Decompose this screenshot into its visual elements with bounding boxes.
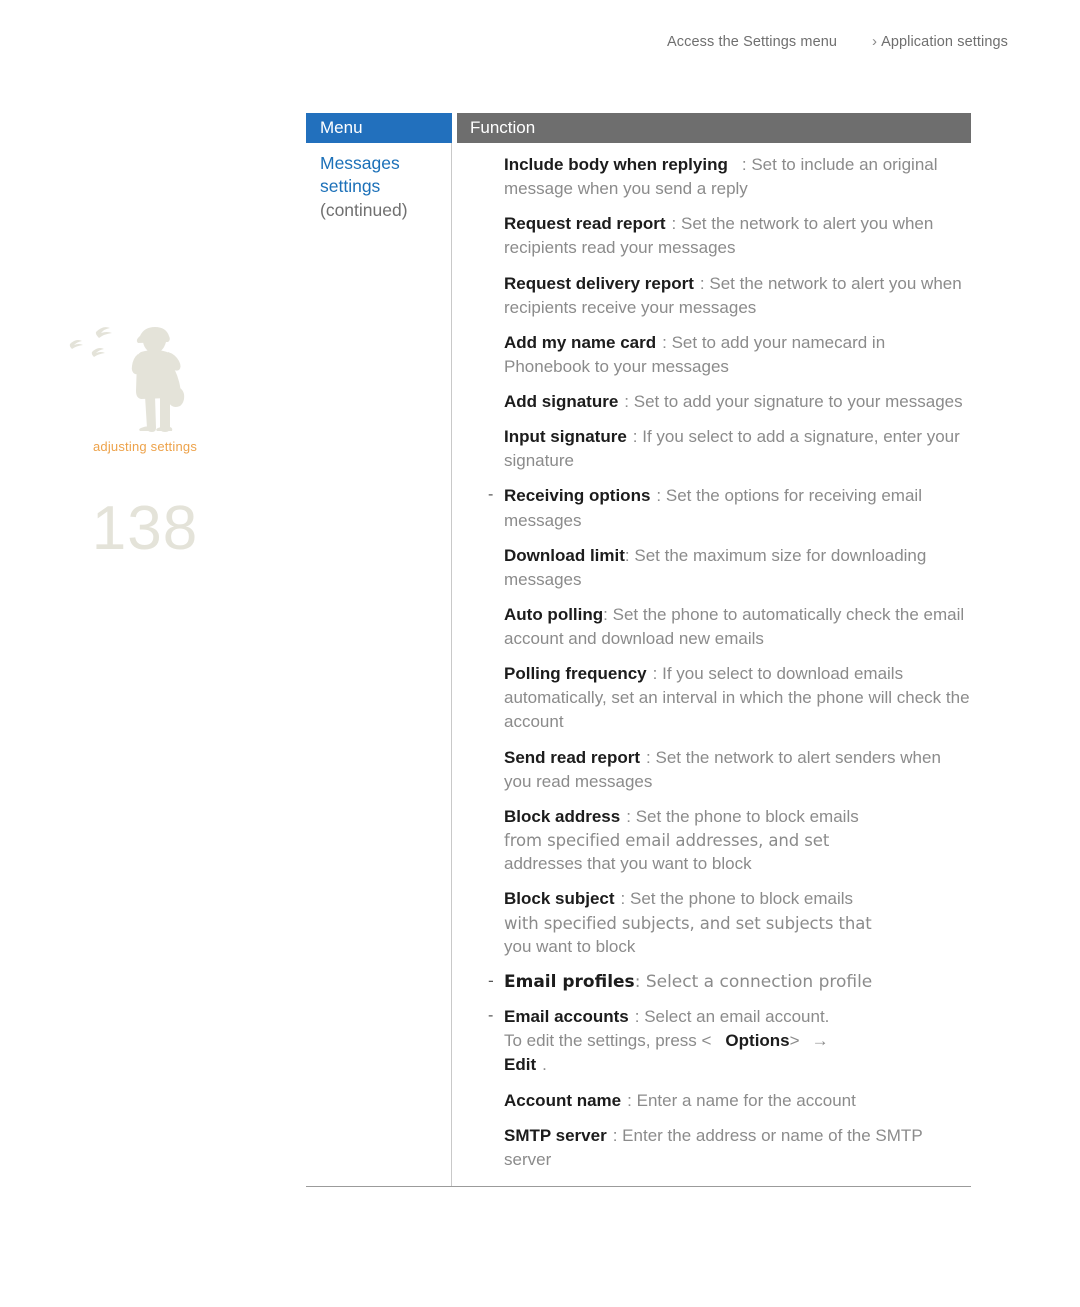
entry-desc: Select a connection profile	[645, 972, 873, 993]
entry-instruction-second: Edit.	[504, 1053, 971, 1077]
instruction-key-options: Options	[725, 1031, 790, 1051]
function-entry-receiving-options: - Receiving options: Set the options for…	[488, 484, 971, 532]
function-entry: Include body when replying: Set to inclu…	[504, 153, 971, 201]
function-entry-block-subject: Block subject: Set the phone to block em…	[504, 887, 971, 959]
entry-term: Email accounts	[504, 1007, 629, 1027]
menu-subtitle-continued: (continued)	[320, 199, 408, 220]
table-header-row: Menu Function	[306, 113, 971, 143]
entry-desc: Select an email account.	[644, 1007, 830, 1027]
entry-colon: :	[624, 392, 630, 411]
entry-colon: :	[626, 806, 631, 826]
instruction-prefix: To edit the settings, press <	[504, 1031, 712, 1051]
entry-term: Request delivery report	[504, 273, 694, 293]
entry-desc-line2: with specified subjects, and set subject…	[504, 913, 872, 933]
entry-desc-line3: you want to block	[504, 936, 636, 956]
instruction-key-edit: Edit	[504, 1055, 537, 1075]
function-entry: Polling frequency: If you select to down…	[504, 662, 971, 734]
entry-term: Email profiles	[504, 972, 635, 993]
function-entry: Add signature: Set to add your signature…	[504, 390, 971, 414]
instruction-period: .	[542, 1055, 547, 1075]
function-entry: Input signature: If you select to add a …	[504, 425, 971, 473]
entry-colon: :	[634, 972, 641, 993]
entry-desc: Enter a name for the account	[636, 1090, 856, 1110]
entry-colon: :	[671, 214, 677, 234]
function-entry: Download limit: Set the maximum size for…	[504, 544, 971, 592]
entry-term: Add signature	[504, 392, 619, 411]
entry-colon: :	[632, 427, 638, 447]
entry-colon: :	[620, 889, 626, 909]
entry-colon: :	[627, 1090, 632, 1110]
entry-colon: :	[699, 273, 705, 293]
entry-colon: :	[603, 604, 608, 624]
entry-term: Input signature	[504, 427, 627, 447]
entry-dash: -	[488, 486, 494, 504]
entry-term: Receiving options	[504, 486, 651, 506]
entry-colon: :	[646, 747, 651, 767]
function-entry: Send read report: Set the network to ale…	[504, 746, 971, 794]
table-header-menu: Menu	[306, 113, 452, 143]
entry-term: Request read report	[504, 214, 666, 234]
margin-column: adjusting settings 138	[0, 300, 290, 560]
page-number: 138	[91, 494, 199, 563]
entry-term: Auto polling	[504, 604, 604, 624]
function-entry-block-address: Block address: Set the phone to block em…	[504, 805, 971, 877]
entry-term: Block subject	[504, 889, 615, 909]
entry-colon: :	[662, 332, 667, 352]
arrow-right-icon: →	[811, 1031, 829, 1051]
table-header-function: Function	[457, 113, 971, 143]
entry-term: Block address	[504, 806, 621, 826]
running-head-left: Access the Settings menu	[667, 34, 838, 50]
entry-desc-line2: from specified email addresses, and set	[504, 830, 830, 850]
entry-colon: :	[652, 664, 658, 684]
entry-term: Add my name card	[504, 332, 657, 352]
instruction-bracket: >	[789, 1031, 800, 1051]
menu-title-line2: settings	[320, 176, 381, 197]
entry-term: Download limit	[504, 545, 625, 565]
entry-term: Send read report	[504, 747, 641, 767]
entry-colon: :	[612, 1125, 618, 1145]
entry-colon: :	[741, 155, 747, 174]
running-head-right: Application settings	[881, 34, 1008, 50]
function-column-cell: Include body when replying: Set to inclu…	[452, 143, 971, 1186]
entry-term: SMTP server	[504, 1125, 607, 1145]
entry-dash: -	[488, 1007, 494, 1025]
table-body: Messages settings (continued) Include bo…	[306, 143, 971, 1187]
birdwatcher-silhouette-icon	[69, 327, 185, 432]
running-head: Access the Settings menu › Application s…	[667, 33, 1008, 50]
function-entry-smtp-server: SMTP server: Enter the address or name o…	[504, 1124, 971, 1172]
entry-dash: -	[488, 971, 494, 991]
function-entry: Add my name card: Set to add your nameca…	[504, 331, 971, 379]
entry-term: Include body when replying	[504, 155, 728, 174]
entry-desc: Set to add your signature to your messag…	[633, 392, 963, 411]
entry-desc-line1: Set the phone to block emails	[630, 889, 854, 909]
menu-title-line1: Messages	[320, 153, 400, 173]
menu-column-cell: Messages settings (continued)	[306, 143, 452, 1186]
entry-colon: :	[634, 1007, 640, 1027]
entry-desc-line1: Set the phone to block emails	[635, 806, 859, 826]
settings-table: Menu Function Messages settings (continu…	[306, 113, 971, 1187]
entry-term: Polling frequency	[504, 664, 647, 684]
function-entry-email-profiles: - Email profiles: Select a connection pr…	[488, 970, 971, 994]
entry-colon: :	[624, 545, 630, 565]
entry-instruction: To edit the settings, press < Options> →	[504, 1029, 971, 1053]
entry-desc-line3: addresses that you want to block	[504, 854, 752, 874]
function-entry-email-accounts: - Email accounts: Select an email accoun…	[488, 1005, 971, 1077]
entry-term: Account name	[504, 1090, 622, 1110]
function-entry: Request read report: Set the network to …	[504, 212, 971, 260]
margin-caption: adjusting settings	[92, 439, 198, 454]
function-entry: Auto polling: Set the phone to automatic…	[504, 603, 971, 651]
entry-colon: :	[656, 486, 662, 506]
function-entry: Request delivery report: Set the network…	[504, 272, 971, 320]
function-entry-account-name: Account name: Enter a name for the accou…	[504, 1089, 971, 1113]
breadcrumb-separator-icon: ›	[871, 33, 878, 50]
